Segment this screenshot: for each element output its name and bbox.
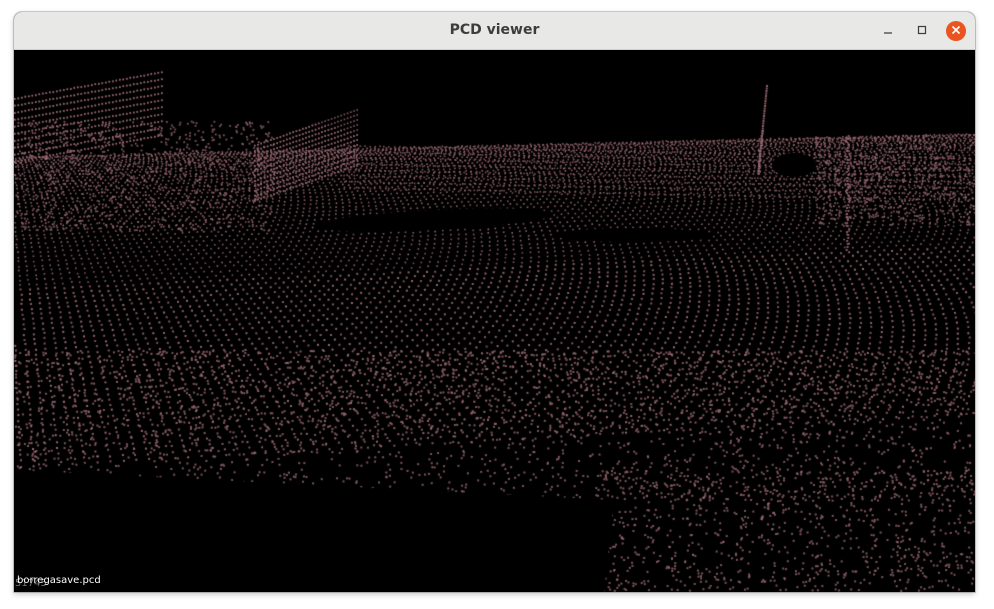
point-cloud-canvas[interactable]: [14, 50, 975, 592]
minimize-icon: [883, 24, 893, 39]
title-bar[interactable]: PCD viewer: [14, 12, 975, 50]
overlay-filename: borregasave.pcd: [17, 575, 101, 586]
window-title: PCD viewer: [449, 22, 540, 38]
close-button[interactable]: [946, 21, 966, 41]
point-cloud-viewport[interactable]: 51745 borregasave.pcd: [14, 50, 975, 592]
close-icon: [951, 24, 961, 39]
maximize-icon: [917, 24, 927, 39]
minimize-button[interactable]: [878, 21, 898, 41]
maximize-button[interactable]: [912, 21, 932, 41]
pcd-viewer-window: PCD viewer 51745 borregasave.pcd: [14, 12, 975, 592]
